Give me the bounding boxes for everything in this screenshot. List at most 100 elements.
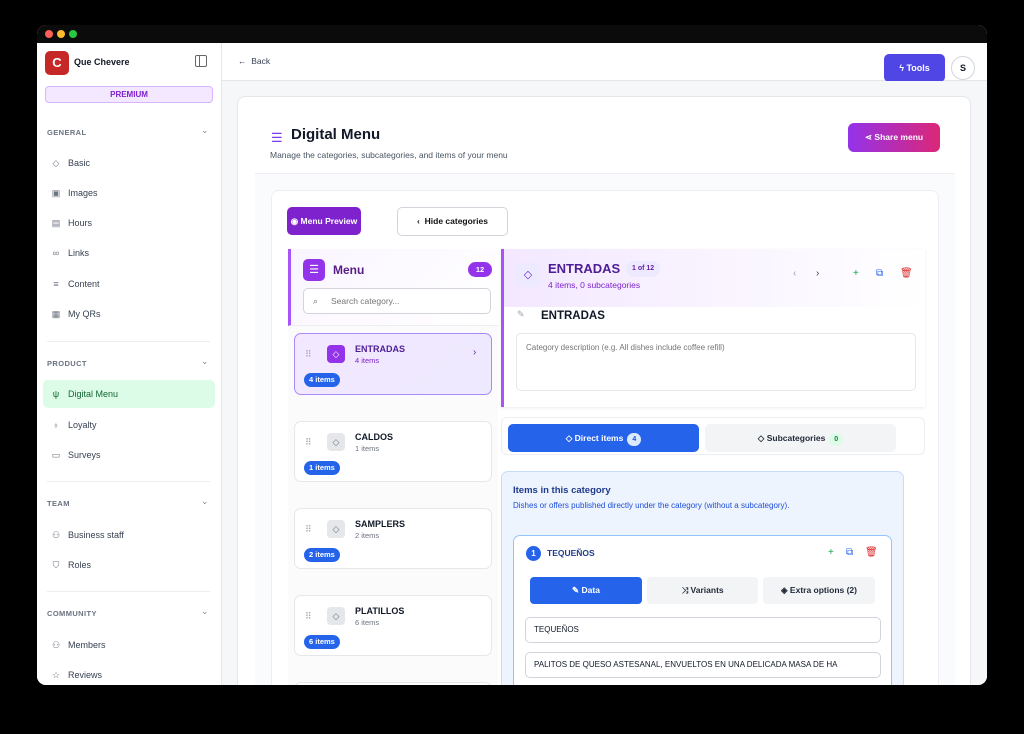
avatar[interactable]: S [951, 56, 975, 80]
chevron-down-icon[interactable]: ⌄ [201, 606, 209, 617]
item-card: 1 TEQUEÑOS + ⧉ 🗑 ✎ Data ⤨ Variants ◈ Ext… [513, 535, 892, 685]
category-card-platillos[interactable]: ⠿ ◇ PLATILLOS 6 items 6 items [294, 595, 492, 656]
tab-subcategories[interactable]: ◇ Subcategories 0 [705, 424, 896, 452]
minimize-window-button[interactable] [57, 30, 65, 38]
category-description-input[interactable] [516, 333, 916, 391]
users-cog-icon: ⚇ [51, 530, 61, 540]
chevron-down-icon[interactable]: ⌄ [201, 496, 209, 507]
count-badge: 4 [627, 433, 642, 446]
chevron-down-icon[interactable]: ⌄ [201, 356, 209, 367]
sidebar-item-members[interactable]: ⚇ Members [43, 631, 215, 659]
window-titlebar [37, 25, 987, 43]
close-window-button[interactable] [45, 30, 53, 38]
tab-direct-items[interactable]: ◇ Direct items 4 [508, 424, 699, 452]
chevron-right-icon[interactable]: › [473, 347, 476, 358]
tools-button[interactable]: ϟ Tools [884, 54, 945, 82]
share-menu-button[interactable]: ⋖ Share menu [848, 123, 940, 152]
drag-handle-icon[interactable]: ⠿ [305, 349, 312, 360]
category-items-badge: 1 items [304, 461, 340, 475]
tab-label: Subcategories [766, 433, 826, 443]
top-bar: ← Back ϟ Tools S [222, 43, 987, 82]
add-icon[interactable]: + [828, 547, 834, 558]
brand-logo: C [45, 51, 69, 75]
tab-label: Variants [690, 585, 724, 595]
category-card-next[interactable] [294, 682, 492, 685]
count-badge: 0 [829, 433, 844, 446]
trash-icon[interactable]: 🗑 [865, 547, 878, 558]
sidebar-item-label: Content [68, 279, 100, 289]
hide-categories-button[interactable]: ‹ Hide categories [397, 207, 508, 236]
sidebar-item-surveys[interactable]: ▭ Surveys [43, 441, 215, 469]
plan-badge: PREMIUM [45, 86, 213, 103]
sidebar-collapse-icon[interactable] [195, 55, 207, 67]
tag-icon: ◇ [52, 158, 60, 168]
add-icon[interactable]: + [853, 268, 859, 279]
shield-icon: ⛉ [52, 560, 60, 570]
item-name: TEQUEÑOS [547, 548, 595, 558]
category-count-badge: 12 [468, 262, 492, 277]
category-name: CALDOS [355, 432, 393, 442]
share-label: Share menu [874, 132, 924, 142]
sidebar-item-basic[interactable]: ◇ Basic [43, 149, 215, 177]
tab-data[interactable]: ✎ Data [530, 577, 642, 604]
duplicate-icon[interactable]: ⧉ [846, 547, 853, 558]
sidebar-item-label: Business staff [68, 530, 124, 540]
chevron-right-icon[interactable]: › [816, 268, 819, 279]
share-icon: ⋖ [864, 132, 873, 142]
sidebar-item-label: Members [68, 640, 106, 650]
drag-handle-icon[interactable]: ⠿ [305, 611, 312, 622]
chevron-down-icon[interactable]: ⌄ [201, 125, 209, 136]
layers-icon: ◈ [781, 585, 788, 595]
page-subtitle: Manage the categories, subcategories, an… [270, 150, 508, 160]
category-title: ENTRADAS [548, 261, 621, 276]
item-description-field[interactable]: PALITOS DE QUESO ASTESANAL, ENVUELTOS EN… [525, 652, 881, 678]
pencil-icon: ✎ [572, 585, 580, 595]
tag-icon: ◇ [565, 433, 573, 443]
divider [47, 341, 210, 342]
tab-variants[interactable]: ⤨ Variants [647, 577, 758, 604]
sidebar-item-loyalty[interactable]: ♁ Loyalty [43, 411, 215, 439]
sidebar-item-digital-menu[interactable]: ψ Digital Menu [43, 380, 215, 408]
trash-icon[interactable]: 🗑 [900, 268, 913, 279]
sidebar-item-content[interactable]: ≡ Content [43, 270, 215, 298]
category-summary: 4 items, 0 subcategories [548, 280, 641, 290]
section-product-title: PRODUCT [47, 359, 87, 368]
drag-handle-icon[interactable]: ⠿ [305, 437, 312, 448]
sidebar-item-reviews[interactable]: ☆ Reviews [43, 661, 215, 685]
editor-panel: ◉ Menu Preview ‹ Hide categories ☰ Menu … [271, 190, 939, 685]
drag-handle-icon[interactable]: ⠿ [305, 524, 312, 535]
category-card-samplers[interactable]: ⠿ ◇ SAMPLERS 2 items 2 items [294, 508, 492, 569]
page-title: Digital Menu [291, 126, 381, 143]
list-icon: ☰ [271, 130, 283, 145]
sidebar-item-roles[interactable]: ⛉ Roles [43, 551, 215, 579]
tools-label: Tools [906, 63, 930, 73]
link-icon: ∞ [52, 248, 60, 258]
category-card-entradas[interactable]: ⠿ ◇ ENTRADAS 4 items 4 items › [294, 333, 492, 395]
category-name-input[interactable] [534, 303, 913, 329]
sidebar-item-label: My QRs [68, 309, 101, 319]
sidebar-item-links[interactable]: ∞ Links [43, 239, 215, 267]
sidebar-item-my-qrs[interactable]: ▦ My QRs [43, 300, 215, 328]
sidebar-item-business-staff[interactable]: ⚇ Business staff [43, 521, 215, 549]
maximize-window-button[interactable] [69, 30, 77, 38]
tab-extra-options[interactable]: ◈ Extra options (2) [763, 577, 875, 604]
clipboard-icon: ▭ [51, 450, 61, 460]
search-category-input[interactable] [303, 288, 491, 314]
sidebar-item-images[interactable]: ▣ Images [43, 179, 215, 207]
sidebar-item-label: Surveys [68, 450, 101, 460]
tag-icon: ◇ [327, 345, 345, 363]
content-card: ☰ Digital Menu Manage the categories, su… [237, 96, 971, 685]
calendar-icon: ▤ [51, 218, 61, 228]
chevron-left-icon[interactable]: ‹ [793, 268, 796, 279]
category-items-badge: 4 items [304, 373, 340, 387]
category-items: 1 items [355, 444, 380, 453]
category-card-caldos[interactable]: ⠿ ◇ CALDOS 1 items 1 items [294, 421, 492, 482]
duplicate-icon[interactable]: ⧉ [876, 268, 883, 279]
sidebar-item-label: Hours [68, 218, 93, 228]
item-name-field[interactable]: TEQUEÑOS [525, 617, 881, 643]
menu-preview-button[interactable]: ◉ Menu Preview [287, 207, 361, 235]
back-button[interactable]: ← Back [238, 56, 270, 66]
eye-icon: ◉ [290, 216, 299, 226]
shuffle-icon: ⤨ [681, 585, 689, 595]
sidebar-item-hours[interactable]: ▤ Hours [43, 209, 215, 237]
